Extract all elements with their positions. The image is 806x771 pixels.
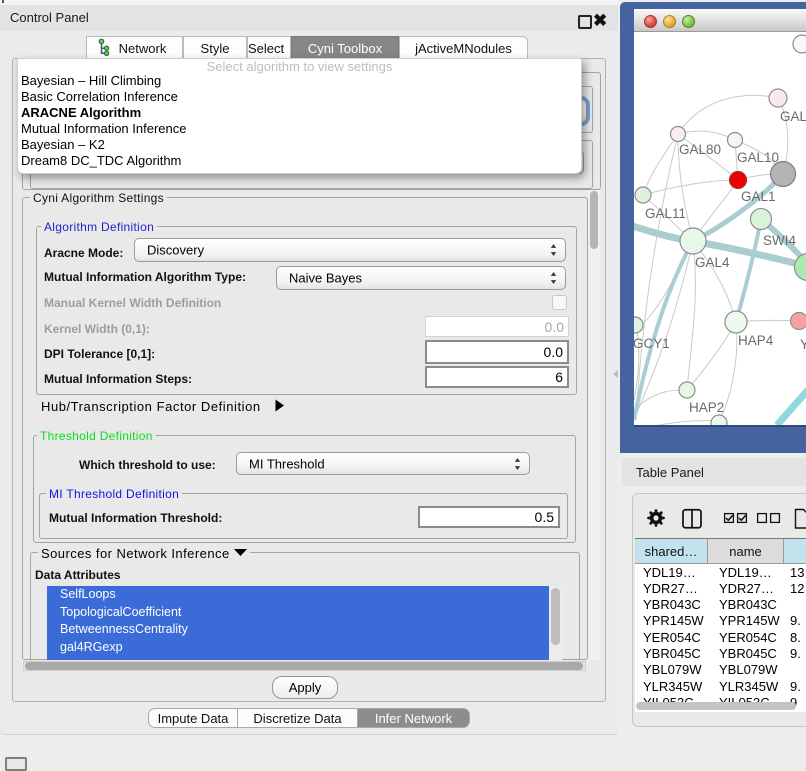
svg-text:GAL11: GAL11 [645,206,686,221]
svg-text:GAL1: GAL1 [741,189,776,204]
svg-text:GAL80: GAL80 [679,142,721,157]
svg-text:HAP2: HAP2 [689,400,724,415]
svg-text:GAL4: GAL4 [695,255,730,270]
svg-text:SWI4: SWI4 [763,233,796,248]
svg-text:HAP4: HAP4 [738,333,774,348]
svg-text:GAL10: GAL10 [737,150,779,165]
svg-text:GCY1: GCY1 [634,336,670,351]
svg-text:Y: Y [800,337,806,352]
svg-text:GAL7: GAL7 [780,109,806,124]
